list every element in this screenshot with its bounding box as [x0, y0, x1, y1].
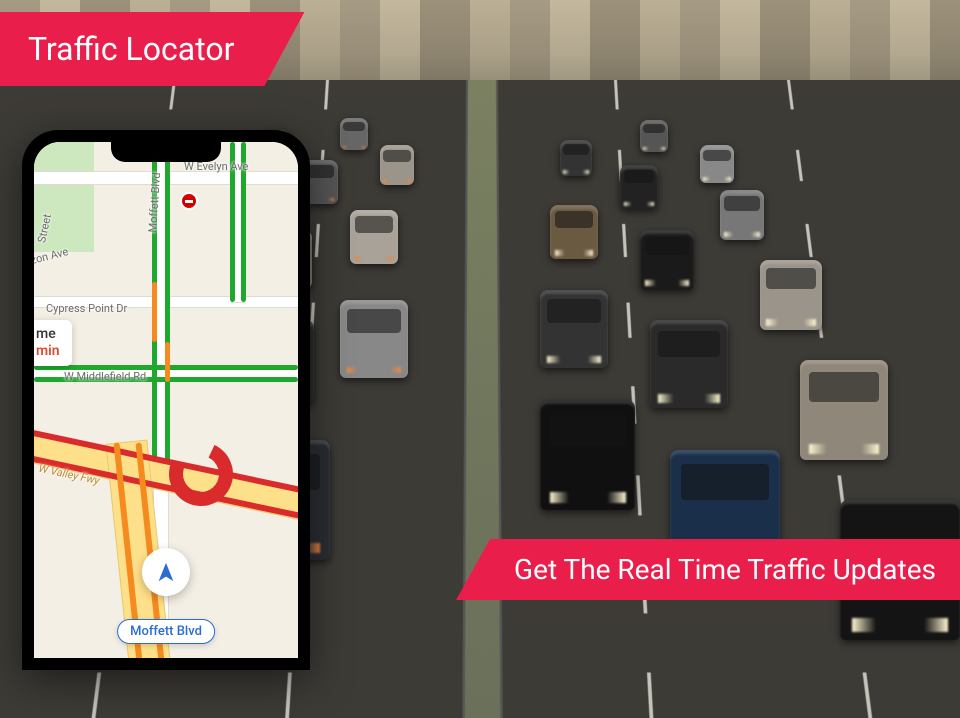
map-view[interactable]: W Evelyn Ave Street Horizon Ave Moffett …	[34, 142, 298, 658]
car	[640, 230, 694, 290]
car	[640, 120, 668, 152]
place-chip[interactable]: Moffett Blvd	[117, 619, 215, 644]
car	[720, 190, 764, 240]
car	[540, 290, 608, 368]
traffic-orange	[165, 342, 170, 382]
phone-screen[interactable]: W Evelyn Ave Street Horizon Ave Moffett …	[34, 142, 298, 658]
traffic-green	[165, 142, 170, 462]
car	[540, 400, 635, 510]
car	[340, 118, 368, 150]
top-banner-text: Traffic Locator	[28, 30, 234, 68]
car	[620, 165, 658, 209]
car	[560, 140, 592, 176]
road-label: Cypress Point Dr	[46, 302, 127, 315]
phone-notch	[111, 142, 221, 162]
car	[760, 260, 822, 330]
car	[800, 360, 888, 460]
recenter-button[interactable]	[142, 548, 190, 596]
phone-mockup: W Evelyn Ave Street Horizon Ave Moffett …	[22, 130, 310, 670]
car	[550, 205, 598, 259]
bottom-banner: Get The Real Time Traffic Updates	[456, 539, 960, 600]
bottom-banner-text: Get The Real Time Traffic Updates	[514, 553, 936, 586]
car	[650, 320, 728, 408]
road-label: W Middlefield Rd	[64, 370, 146, 383]
car	[350, 210, 398, 264]
place-chip-label: Moffett Blvd	[130, 624, 202, 639]
traffic-orange	[152, 282, 157, 342]
car	[700, 145, 734, 183]
eta-card[interactable]: me min	[34, 320, 72, 366]
car	[340, 300, 408, 378]
eta-title: me	[36, 326, 60, 343]
car	[380, 145, 414, 185]
top-banner: Traffic Locator	[0, 12, 304, 86]
road-closure-icon	[180, 192, 198, 210]
navigation-arrow-icon	[155, 561, 177, 583]
eta-value: min	[36, 343, 60, 360]
